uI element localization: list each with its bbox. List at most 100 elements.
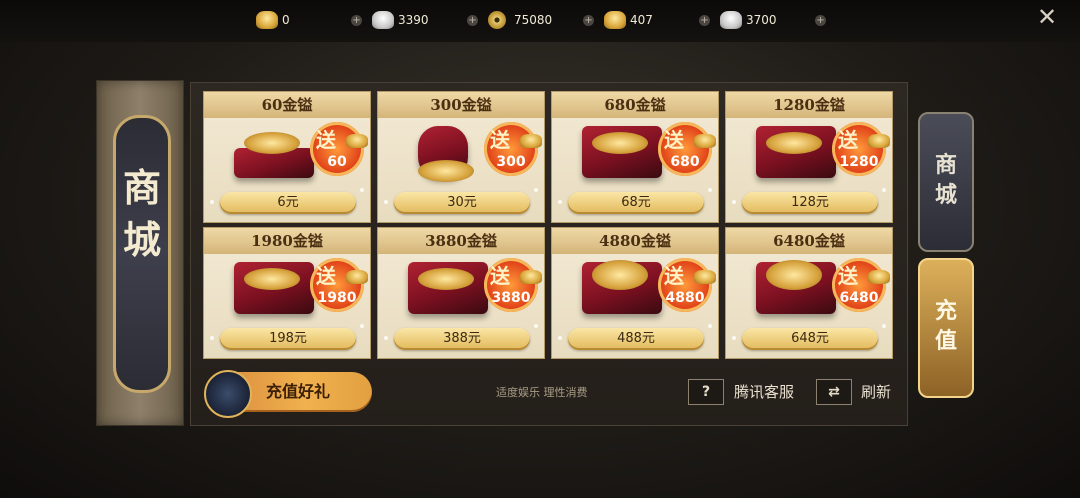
shop-scroll-banner: 商城 — [96, 80, 184, 426]
bonus-amount: 6480 — [839, 290, 879, 306]
recharge-card-3880[interactable]: 3880金镒 送 3880 388元 — [377, 227, 545, 359]
add-currency-button[interactable]: + — [815, 15, 826, 26]
gold-ingot-icon — [520, 270, 542, 284]
bonus-badge: 送 300 — [484, 122, 542, 176]
shop-banner-title: 商城 — [122, 165, 161, 262]
bonus-badge: 送 60 — [310, 122, 368, 176]
currency-value: 0 — [282, 13, 290, 27]
recharge-card-300[interactable]: 300金镒 送 300 30元 — [377, 91, 545, 223]
refresh-icon[interactable]: ⇄ — [816, 379, 852, 405]
bonus-amount: 1980 — [317, 290, 357, 306]
recharge-card-4880[interactable]: 4880金镒 送 4880 488元 — [551, 227, 719, 359]
dragon-chest-image — [582, 260, 662, 314]
bonus-char: 送 — [838, 128, 858, 152]
close-icon[interactable]: ✕ — [1036, 5, 1058, 29]
gold-ingot-icon — [868, 134, 890, 148]
bonus-char: 送 — [664, 264, 684, 288]
gift-box-image — [582, 126, 662, 178]
currency-value: 3390 — [398, 13, 429, 27]
price-button[interactable]: 6元 — [220, 192, 356, 214]
currency-bar: 0 + 3390 + 75080 + 407 + 3700 + ✕ — [0, 0, 1080, 42]
bonus-char: 送 — [838, 264, 858, 288]
price-button[interactable]: 68元 — [568, 192, 704, 214]
gold-ingot-icon — [604, 11, 626, 29]
price-button[interactable]: 198元 — [220, 328, 356, 350]
recharge-card-60[interactable]: 60金镒 送 60 6元 — [203, 91, 371, 223]
bonus-amount: 1280 — [839, 154, 879, 170]
customer-service-link[interactable]: 腾讯客服 — [734, 381, 794, 402]
recharge-gift-label: 充值好礼 — [266, 382, 331, 401]
bonus-badge: 送 680 — [658, 122, 716, 176]
card-title: 680金镒 — [552, 92, 718, 118]
currency-value: 3700 — [746, 13, 777, 27]
recharge-card-6480[interactable]: 6480金镒 送 6480 648元 — [725, 227, 893, 359]
scroll-plaque: 商城 — [113, 115, 171, 393]
moderation-notice: 适度娱乐 理性消费 — [496, 386, 588, 399]
currency-value: 75080 — [514, 13, 553, 27]
gift-chest-image — [234, 262, 314, 314]
bonus-badge: 送 3880 — [484, 258, 542, 312]
copper-coin-icon — [488, 11, 506, 29]
bonus-badge: 送 1280 — [832, 122, 890, 176]
bonus-amount: 680 — [670, 154, 700, 170]
gift-pack-image — [234, 126, 314, 178]
add-currency-button[interactable]: + — [583, 15, 594, 26]
recharge-card-1980[interactable]: 1980金镒 送 1980 198元 — [203, 227, 371, 359]
bonus-amount: 4880 — [665, 290, 705, 306]
bonus-badge: 送 6480 — [832, 258, 890, 312]
gift-chest-image — [756, 126, 836, 178]
bonus-char: 送 — [490, 128, 510, 152]
card-title: 4880金镒 — [552, 228, 718, 254]
gold-ingot-icon — [256, 11, 278, 29]
recharge-card-680[interactable]: 680金镒 送 680 68元 — [551, 91, 719, 223]
currency-silver-ingot: 3390 + — [372, 11, 482, 31]
bonus-char: 送 — [490, 264, 510, 288]
recharge-card-1280[interactable]: 1280金镒 送 1280 128元 — [725, 91, 893, 223]
card-title: 1980金镒 — [204, 228, 370, 254]
dragon-chest-image — [756, 260, 836, 314]
gold-ingot-icon — [346, 134, 368, 148]
bonus-char: 送 — [664, 128, 684, 152]
price-button[interactable]: 488元 — [568, 328, 704, 350]
price-button[interactable]: 648元 — [742, 328, 878, 350]
add-currency-button[interactable]: + — [351, 15, 362, 26]
gold-ingot-icon — [868, 270, 890, 284]
tab-recharge[interactable]: 充值 — [918, 258, 974, 398]
price-button[interactable]: 388元 — [394, 328, 530, 350]
bonus-amount: 3880 — [491, 290, 531, 306]
gold-ingot-icon — [520, 134, 542, 148]
price-button[interactable]: 128元 — [742, 192, 878, 214]
help-icon[interactable]: ? — [688, 379, 724, 405]
add-currency-button[interactable]: + — [699, 15, 710, 26]
treasure-chest-icon — [204, 370, 252, 418]
currency-copper-coin: 75080 + — [488, 11, 598, 31]
bonus-char: 送 — [316, 128, 336, 152]
currency-value: 407 — [630, 13, 653, 27]
price-button[interactable]: 30元 — [394, 192, 530, 214]
bonus-amount: 60 — [327, 154, 347, 170]
silver-ingot-icon — [372, 11, 394, 29]
card-title: 3880金镒 — [378, 228, 544, 254]
currency-gold-ingot: 0 + — [256, 11, 366, 31]
gold-ingot-icon — [346, 270, 368, 284]
gift-chest-image — [408, 262, 488, 314]
gift-bag-image — [408, 126, 488, 182]
silver-ingot-icon — [720, 11, 742, 29]
bonus-badge: 送 4880 — [658, 258, 716, 312]
refresh-link[interactable]: 刷新 — [861, 381, 891, 402]
card-title: 6480金镒 — [726, 228, 892, 254]
recharge-gift-button[interactable]: 充值好礼 — [204, 370, 372, 418]
bonus-amount: 300 — [496, 154, 526, 170]
bonus-char: 送 — [316, 264, 336, 288]
add-currency-button[interactable]: + — [467, 15, 478, 26]
bonus-badge: 送 1980 — [310, 258, 368, 312]
gold-ingot-icon — [694, 134, 716, 148]
card-title: 1280金镒 — [726, 92, 892, 118]
currency-gold-ingot-2: 407 + — [604, 11, 714, 31]
tab-shop[interactable]: 商城 — [918, 112, 974, 252]
card-title: 60金镒 — [204, 92, 370, 118]
tab-shop-label: 商城 — [934, 152, 957, 208]
currency-silver-ingot-2: 3700 + — [720, 11, 830, 31]
tab-recharge-label: 充值 — [934, 298, 957, 354]
card-title: 300金镒 — [378, 92, 544, 118]
